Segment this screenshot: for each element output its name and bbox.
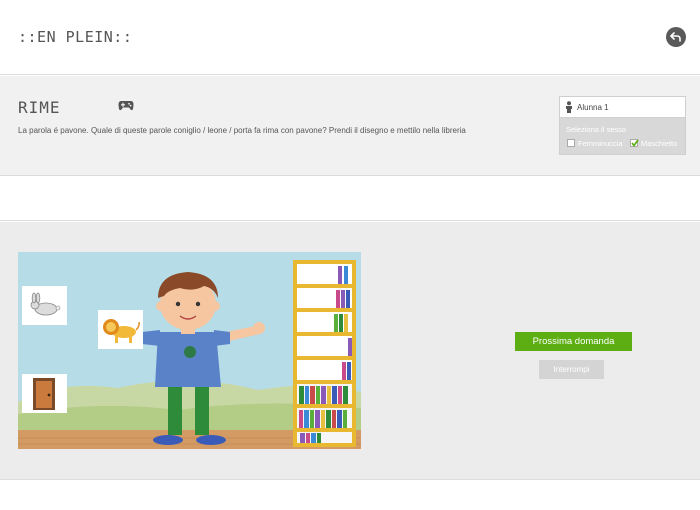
label-maschietto: Maschietto	[641, 139, 678, 148]
student-panel: Alunna 1 Seleziona il sesso Femminuccia …	[559, 96, 686, 155]
game-scene	[18, 252, 361, 449]
door-card[interactable]	[22, 374, 67, 413]
lion-card[interactable]	[98, 310, 143, 349]
stop-button[interactable]: Interrompi	[539, 360, 604, 379]
checkbox-maschietto[interactable]	[630, 139, 639, 147]
person-icon	[566, 101, 572, 113]
app-header: ::EN PLEIN::	[0, 0, 700, 75]
label-femminuccia: Femminuccia	[578, 139, 623, 148]
student-selector[interactable]: Alunna 1	[560, 97, 685, 118]
back-button[interactable]	[666, 27, 686, 47]
next-question-button[interactable]: Prossima domanda	[515, 332, 632, 351]
door-icon	[33, 378, 55, 410]
gender-label: Seleziona il sesso	[566, 125, 627, 134]
spacer-band	[0, 177, 700, 221]
back-arrow-icon	[670, 32, 681, 42]
scene-background	[18, 252, 361, 449]
checkmark-icon	[631, 139, 639, 147]
task-question: La parola é pavone. Quale di queste paro…	[18, 126, 466, 135]
gamepad-icon	[118, 101, 134, 111]
rabbit-icon	[30, 292, 61, 316]
app-logo: ::EN PLEIN::	[18, 28, 133, 46]
lion-icon	[103, 319, 140, 343]
rabbit-card[interactable]	[22, 286, 67, 325]
game-area: Prossima domanda Interrompi	[0, 222, 700, 480]
task-title: RIME	[18, 98, 61, 117]
checkbox-femminuccia[interactable]	[567, 139, 575, 147]
student-name: Alunna 1	[577, 103, 609, 112]
